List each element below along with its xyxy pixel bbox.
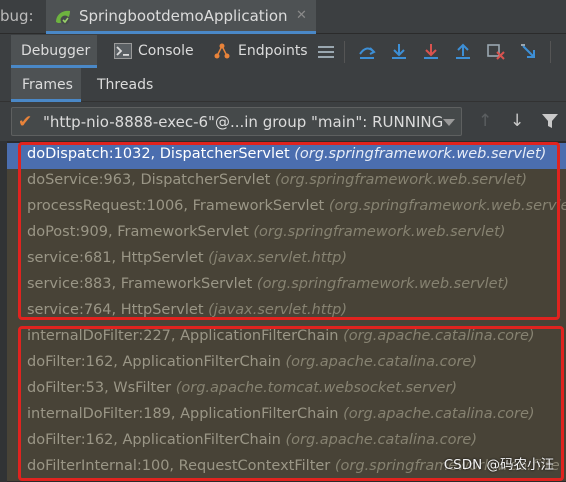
endpoints-icon xyxy=(214,43,230,59)
highlight-box-spring-frames xyxy=(18,142,560,320)
toolbar-separator xyxy=(344,41,345,63)
run-configuration-tab[interactable]: SpringbootdemoApplication ✕ xyxy=(46,0,316,34)
tab-debugger[interactable]: Debugger xyxy=(11,35,97,68)
tab-debugger-label: Debugger xyxy=(21,43,91,59)
force-step-into-icon[interactable] xyxy=(421,42,441,62)
debugger-toolbar: Debugger Console Endpoints xyxy=(0,35,566,68)
drop-frame-icon[interactable] xyxy=(486,42,506,62)
frames-threads-tabs: Frames Threads xyxy=(0,68,566,102)
previous-frame-icon[interactable]: ↑ xyxy=(478,113,492,130)
step-into-icon[interactable] xyxy=(389,42,409,62)
tab-threads-label: Threads xyxy=(97,77,154,93)
csdn-watermark: CSDN @码农小汪 xyxy=(443,457,554,473)
console-icon xyxy=(114,43,132,59)
show-execution-point-icon[interactable] xyxy=(357,42,377,62)
debug-tool-window-header: bug: SpringbootdemoApplication ✕ xyxy=(0,0,566,34)
tab-frames[interactable]: Frames xyxy=(11,68,81,102)
tab-console-label: Console xyxy=(138,43,194,59)
toolbar-separator xyxy=(550,41,551,63)
filter-icon[interactable] xyxy=(541,112,559,130)
step-out-icon[interactable] xyxy=(453,42,473,62)
debug-panel-label: bug: xyxy=(0,7,34,25)
thread-select-value: "http-nio-8888-exec-6"@...in group "main… xyxy=(43,113,444,131)
running-check-icon: ✔ xyxy=(18,112,33,132)
thread-selector-bar: ✔ "http-nio-8888-exec-6"@...in group "ma… xyxy=(0,103,566,141)
tab-frames-label: Frames xyxy=(22,77,73,93)
spring-boot-icon xyxy=(56,10,70,25)
tab-endpoints[interactable]: Endpoints xyxy=(209,35,309,68)
menu-icon[interactable] xyxy=(316,42,336,62)
run-to-cursor-icon[interactable] xyxy=(519,42,539,62)
thread-select[interactable]: ✔ "http-nio-8888-exec-6"@...in group "ma… xyxy=(11,107,462,136)
run-tab-title: SpringbootdemoApplication xyxy=(79,7,288,25)
next-frame-icon[interactable]: ↓ xyxy=(510,113,524,130)
tab-endpoints-label: Endpoints xyxy=(238,43,308,59)
tab-console[interactable]: Console xyxy=(104,35,202,68)
close-tab-icon[interactable]: ✕ xyxy=(296,8,307,23)
gutter xyxy=(0,141,7,482)
chevron-down-icon xyxy=(443,119,455,126)
tab-threads[interactable]: Threads xyxy=(86,68,158,102)
